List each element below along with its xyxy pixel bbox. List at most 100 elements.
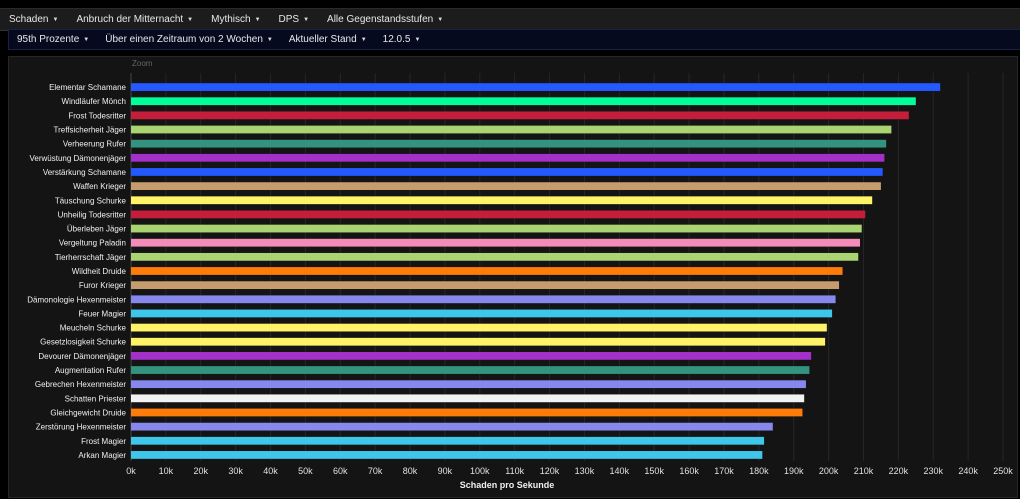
x-tick-label: 70k xyxy=(368,466,383,476)
x-tick-label: 240k xyxy=(958,466,978,476)
caret-down-icon: ▼ xyxy=(254,16,261,23)
bar xyxy=(131,337,826,346)
dropdown-state[interactable]: Aktueller Stand ▼ xyxy=(281,34,375,45)
x-tick-label: 0k xyxy=(126,466,136,476)
y-category-label: Meucheln Schurke xyxy=(60,324,127,333)
x-tick-label: 160k xyxy=(679,466,699,476)
x-tick-label: 60k xyxy=(333,466,348,476)
y-category-label: Dämonologie Hexenmeister xyxy=(27,295,126,304)
x-tick-label: 100k xyxy=(470,466,490,476)
y-category-label: Wildheit Druide xyxy=(72,267,127,276)
bar xyxy=(131,238,860,247)
dropdown-timeframe[interactable]: Über einen Zeitraum von 2 Wochen ▼ xyxy=(97,34,281,45)
y-category-label: Devourer Dämonenjäger xyxy=(38,352,126,361)
bar xyxy=(131,366,810,374)
bar xyxy=(131,139,887,148)
x-tick-label: 220k xyxy=(889,466,909,476)
dropdown-patch[interactable]: 12.0.5 ▼ xyxy=(375,34,429,45)
bar xyxy=(131,83,941,91)
y-category-label: Verwüstung Dämonenjäger xyxy=(29,154,126,163)
y-category-label: Zerstörung Hexenmeister xyxy=(36,423,127,432)
caret-down-icon: ▼ xyxy=(187,16,194,23)
dropdown-difficulty[interactable]: Mythisch ▼ xyxy=(202,14,269,25)
bar xyxy=(131,380,806,389)
bar xyxy=(131,153,885,162)
x-tick-label: 10k xyxy=(159,466,174,476)
bar xyxy=(131,295,836,304)
dps-bar-chart: 0k 10k 20k 30k 40k 50k 60k 70k 80k 90k 100k 110k 120… xyxy=(27,59,1013,490)
y-category-label: Frost Magier xyxy=(81,437,126,446)
bar xyxy=(131,309,833,318)
x-tick-label: 120k xyxy=(540,466,560,476)
y-category-label: Feuer Magier xyxy=(78,309,126,318)
dropdown-role[interactable]: DPS ▼ xyxy=(270,14,319,25)
dropdown-expansion[interactable]: Anbruch der Mitternacht ▼ xyxy=(67,14,202,25)
dropdown-label: Alle Gegenstandsstufen xyxy=(327,14,434,25)
bar xyxy=(131,451,763,459)
y-category-label: Vergeltung Paladin xyxy=(59,239,126,248)
bar xyxy=(131,125,892,134)
caret-down-icon: ▼ xyxy=(414,36,421,43)
dropdown-item-level[interactable]: Alle Gegenstandsstufen ▼ xyxy=(318,14,452,25)
bar xyxy=(131,408,803,417)
caret-down-icon: ▼ xyxy=(83,36,90,43)
caret-down-icon: ▼ xyxy=(437,16,444,23)
dropdown-label: Mythisch xyxy=(211,14,251,25)
bar xyxy=(131,281,840,290)
dropdown-label: Über einen Zeitraum von 2 Wochen xyxy=(105,34,263,45)
y-category-label: Schatten Priester xyxy=(65,394,127,403)
y-category-label: Gebrechen Hexenmeister xyxy=(35,380,126,389)
y-category-label: Verheerung Rufer xyxy=(63,140,126,149)
x-tick-label: 110k xyxy=(505,466,524,476)
dropdown-metric[interactable]: Schaden ▼ xyxy=(0,14,67,25)
bar xyxy=(131,394,805,403)
bar xyxy=(131,267,843,275)
x-tick-label: 130k xyxy=(575,466,595,476)
x-tick-label: 140k xyxy=(610,466,630,476)
x-tick-label: 250k xyxy=(993,466,1013,476)
y-category-label: Unheilig Todesritter xyxy=(58,210,127,219)
chart-panel: 0k 10k 20k 30k 40k 50k 60k 70k 80k 90k 100k 110k 120… xyxy=(8,56,1018,498)
bar xyxy=(131,182,881,191)
y-category-label: Arkan Magier xyxy=(78,451,126,460)
bar xyxy=(131,168,883,176)
dropdown-percentile[interactable]: 95th Prozente ▼ xyxy=(9,34,97,45)
y-category-label: Täuschung Schurke xyxy=(55,196,127,205)
x-tick-label: 180k xyxy=(749,466,769,476)
secondary-filter-bar: 95th Prozente ▼ Über einen Zeitraum von 2 … xyxy=(8,29,1020,50)
y-category-label: Furor Krieger xyxy=(79,281,126,290)
y-category-label: Tierherrschaft Jäger xyxy=(55,253,127,262)
dropdown-label: Aktueller Stand xyxy=(288,34,357,45)
bar xyxy=(131,210,866,219)
caret-down-icon: ▼ xyxy=(52,16,59,23)
bar xyxy=(131,422,773,431)
y-category-label: Elementar Schamane xyxy=(49,83,126,92)
dropdown-label: Schaden xyxy=(9,14,49,25)
primary-filter-bar: Schaden ▼ Anbruch der Mitternacht ▼ Mythisch… xyxy=(0,8,1020,31)
x-axis-title: Schaden pro Sekunde xyxy=(460,480,555,490)
x-tick-label: 170k xyxy=(714,466,734,476)
caret-down-icon: ▼ xyxy=(303,16,310,23)
bar xyxy=(131,111,909,120)
x-tick-label: 90k xyxy=(438,466,453,476)
x-tick-label: 210k xyxy=(854,466,874,476)
corner-label: Zoom xyxy=(132,59,153,68)
x-tick-label: 20k xyxy=(194,466,209,476)
x-tick-label: 40k xyxy=(263,466,278,476)
x-tick-label: 80k xyxy=(403,466,418,476)
bar xyxy=(131,97,916,106)
caret-down-icon: ▼ xyxy=(360,36,367,43)
y-category-label: Gesetzlosigkeit Schurke xyxy=(40,338,126,347)
y-category-label: Gleichgewicht Druide xyxy=(50,408,126,417)
dropdown-label: 95th Prozente xyxy=(17,34,80,45)
dropdown-label: Anbruch der Mitternacht xyxy=(76,14,184,25)
bar xyxy=(131,351,812,360)
x-tick-label: 150k xyxy=(644,466,664,476)
x-tick-label: 30k xyxy=(228,466,243,476)
y-category-label: Windläufer Mönch xyxy=(62,97,126,106)
y-category-label: Augmentation Rufer xyxy=(55,366,126,375)
y-category-label: Treffsicherheit Jäger xyxy=(54,126,127,135)
x-tick-label: 50k xyxy=(298,466,313,476)
caret-down-icon: ▼ xyxy=(266,36,273,43)
y-category-label: Verstärkung Schamane xyxy=(43,168,127,177)
